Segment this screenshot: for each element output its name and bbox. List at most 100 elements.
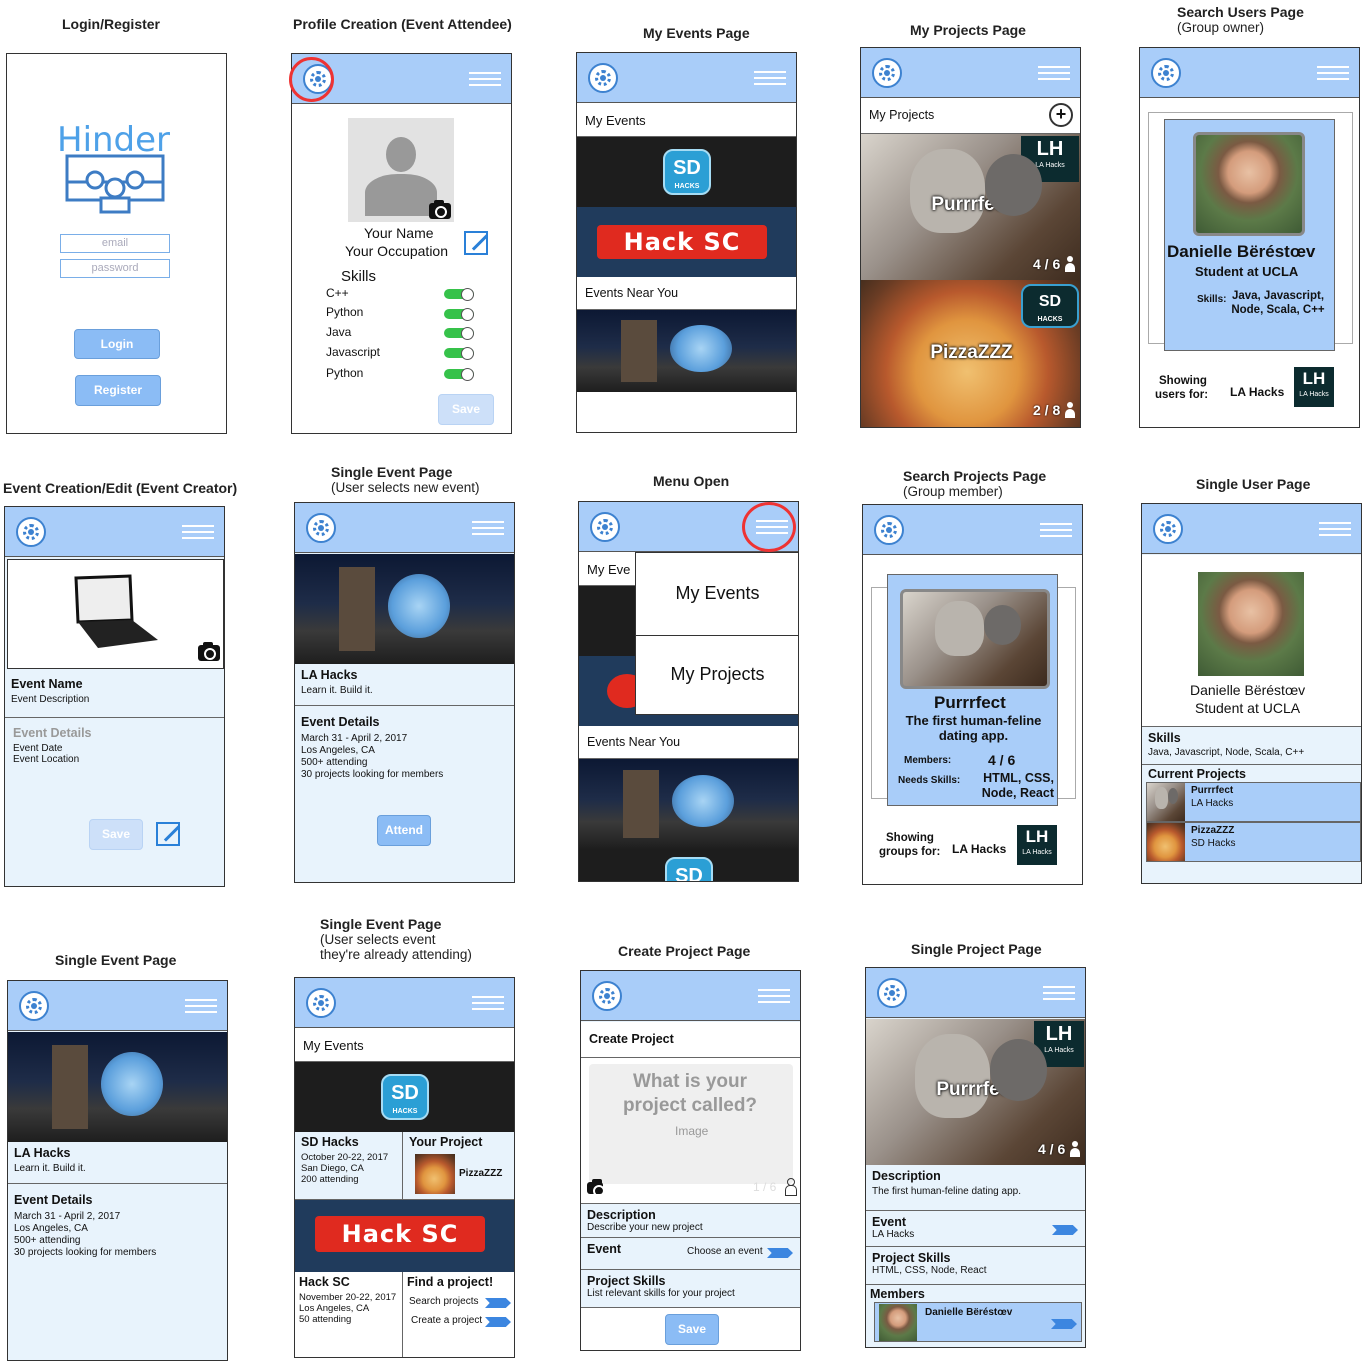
person-icon [785, 1178, 797, 1196]
add-project-icon[interactable]: + [1049, 103, 1073, 127]
la-hacks-banner[interactable] [577, 310, 796, 392]
description-field[interactable]: Describe your new project [587, 1222, 794, 1234]
project-row[interactable]: PizzaZZZ SD Hacks [1146, 822, 1361, 862]
arrow-right-icon[interactable] [485, 1317, 511, 1327]
project-card[interactable]: Purrrfect The first human-feline dating … [887, 574, 1058, 806]
member-name: Danielle Bëréstœv [925, 1307, 1013, 1318]
event-detail-line: Los Angeles, CA [14, 1223, 88, 1234]
gear-icon[interactable] [592, 981, 622, 1011]
gear-icon[interactable] [588, 63, 618, 93]
top-bar [295, 503, 514, 553]
sd-hacks-banner[interactable]: SD HACKS [577, 137, 796, 207]
register-button[interactable]: Register [75, 375, 161, 406]
menu-icon[interactable] [758, 989, 790, 1003]
camera-icon[interactable] [198, 642, 220, 661]
skill-toggle[interactable] [444, 308, 474, 321]
event-section[interactable]: Event Choose an event [581, 1238, 800, 1270]
hacksc-banner[interactable]: Hack SC [295, 1200, 514, 1272]
menu-icon[interactable] [1038, 66, 1070, 80]
project-skills-field[interactable]: List relevant skills for your project [587, 1288, 794, 1300]
menu-icon[interactable] [472, 521, 504, 535]
menu-icon[interactable] [1319, 522, 1351, 536]
menu-icon[interactable] [472, 996, 504, 1010]
gear-icon[interactable] [877, 978, 907, 1008]
hacksc-banner[interactable]: Hack SC [577, 207, 796, 277]
project-event: SD Hacks [1191, 838, 1236, 849]
skill-toggle[interactable] [444, 347, 474, 360]
save-button[interactable]: Save [438, 394, 494, 425]
menu-icon[interactable] [1317, 66, 1349, 80]
menu-item-my-projects[interactable]: My Projects [635, 635, 798, 715]
gear-icon[interactable] [590, 512, 620, 542]
lh-badge-text: LA Hacks [1035, 162, 1065, 169]
gear-icon[interactable] [872, 58, 902, 88]
project-skills-section[interactable]: Project Skills List relevant skills for … [581, 1270, 800, 1308]
members-header: Members [870, 1287, 925, 1301]
arrow-right-icon[interactable] [485, 1298, 511, 1308]
user-card[interactable]: Danielle Bëréstœv Student at UCLA Skills… [1164, 119, 1335, 351]
hacksc-logo: Hack SC [597, 225, 767, 259]
attend-button[interactable]: Attend [377, 815, 431, 846]
skills-list: Java, Javascript, Node, Scala, C++ [1148, 747, 1305, 758]
save-button[interactable]: Save [665, 1314, 719, 1345]
edit-icon[interactable] [464, 231, 488, 255]
find-project-label: Find a project! [407, 1275, 494, 1289]
skill-toggle[interactable] [444, 327, 474, 340]
menu-icon[interactable] [182, 525, 214, 539]
event-date[interactable]: Event Date [13, 743, 218, 754]
choose-event-select[interactable]: Choose an event [687, 1246, 763, 1257]
camera-icon[interactable] [587, 1179, 605, 1197]
event-image-area[interactable] [7, 559, 224, 669]
sd-hacks-banner[interactable]: SD HACKS [295, 1062, 514, 1132]
arrow-right-icon[interactable] [1051, 1319, 1077, 1329]
event-name-section[interactable]: Event Name Event Description [5, 673, 224, 718]
email-field[interactable]: email [60, 234, 170, 253]
gear-icon[interactable] [306, 513, 336, 543]
project-row[interactable]: Purrrfect LA Hacks [1146, 782, 1361, 822]
event-filter[interactable]: LA Hacks [1230, 385, 1284, 399]
camera-icon[interactable] [429, 200, 451, 219]
edit-icon[interactable] [156, 822, 180, 846]
search-projects-link[interactable]: Search projects [409, 1296, 478, 1307]
menu-icon[interactable] [185, 999, 217, 1013]
gear-icon[interactable] [16, 517, 46, 547]
my-events-header: My Events [577, 104, 796, 137]
gear-icon[interactable] [19, 991, 49, 1021]
project-card-pizzazzz[interactable]: SD HACKS PizzaZZZ 2 / 8 [861, 280, 1080, 427]
project-title: Purrrfect [934, 693, 1006, 712]
showing-label: Showing [886, 832, 934, 844]
event-detail-line: 30 projects looking for members [14, 1247, 157, 1258]
skills-section: Skills Java, Javascript, Node, Scala, C+… [1142, 727, 1361, 765]
event-filter[interactable]: LA Hacks [952, 842, 1006, 856]
gear-icon[interactable] [306, 988, 336, 1018]
menu-icon[interactable] [1043, 986, 1075, 1000]
menu-icon[interactable] [754, 71, 786, 85]
description-section[interactable]: Description Describe your new project [581, 1204, 800, 1238]
your-project-section[interactable]: Your Project PizzaZZZ [403, 1132, 514, 1200]
menu-icon[interactable] [469, 72, 501, 86]
menu-icon[interactable] [1040, 523, 1072, 537]
save-button[interactable]: Save [89, 819, 143, 850]
gear-icon[interactable] [1153, 514, 1183, 544]
top-bar [863, 505, 1082, 555]
member-count: 4 / 6 [1033, 256, 1061, 272]
create-project-link[interactable]: Create a project [411, 1315, 482, 1326]
project-title: Purrrfect [931, 194, 1012, 215]
project-image-area[interactable]: What is your project called? Image 1 / 6 [581, 1058, 800, 1204]
event-location[interactable]: Event Location [13, 754, 218, 765]
description-section: Description The first human-feline datin… [866, 1165, 1085, 1211]
event-name: LA Hacks [14, 1146, 71, 1160]
login-button[interactable]: Login [74, 329, 160, 359]
skill-toggle[interactable] [444, 368, 474, 381]
gear-icon[interactable] [1151, 58, 1181, 88]
project-card-purrrfect[interactable]: LH LA Hacks Purrrfect 4 / 6 [861, 134, 1080, 280]
project-skills-header: Project Skills [872, 1251, 951, 1265]
password-field[interactable]: password [60, 259, 170, 278]
project-name-prompt[interactable]: What is your project called? [613, 1070, 767, 1118]
member-row[interactable]: Danielle Bëréstœv [874, 1302, 1082, 1342]
skill-toggle[interactable] [444, 288, 474, 301]
lh-badge-mark: LH [1036, 138, 1064, 160]
event-section[interactable]: Event LA Hacks [866, 1211, 1085, 1247]
menu-item-my-events[interactable]: My Events [635, 552, 798, 636]
gear-icon[interactable] [874, 515, 904, 545]
